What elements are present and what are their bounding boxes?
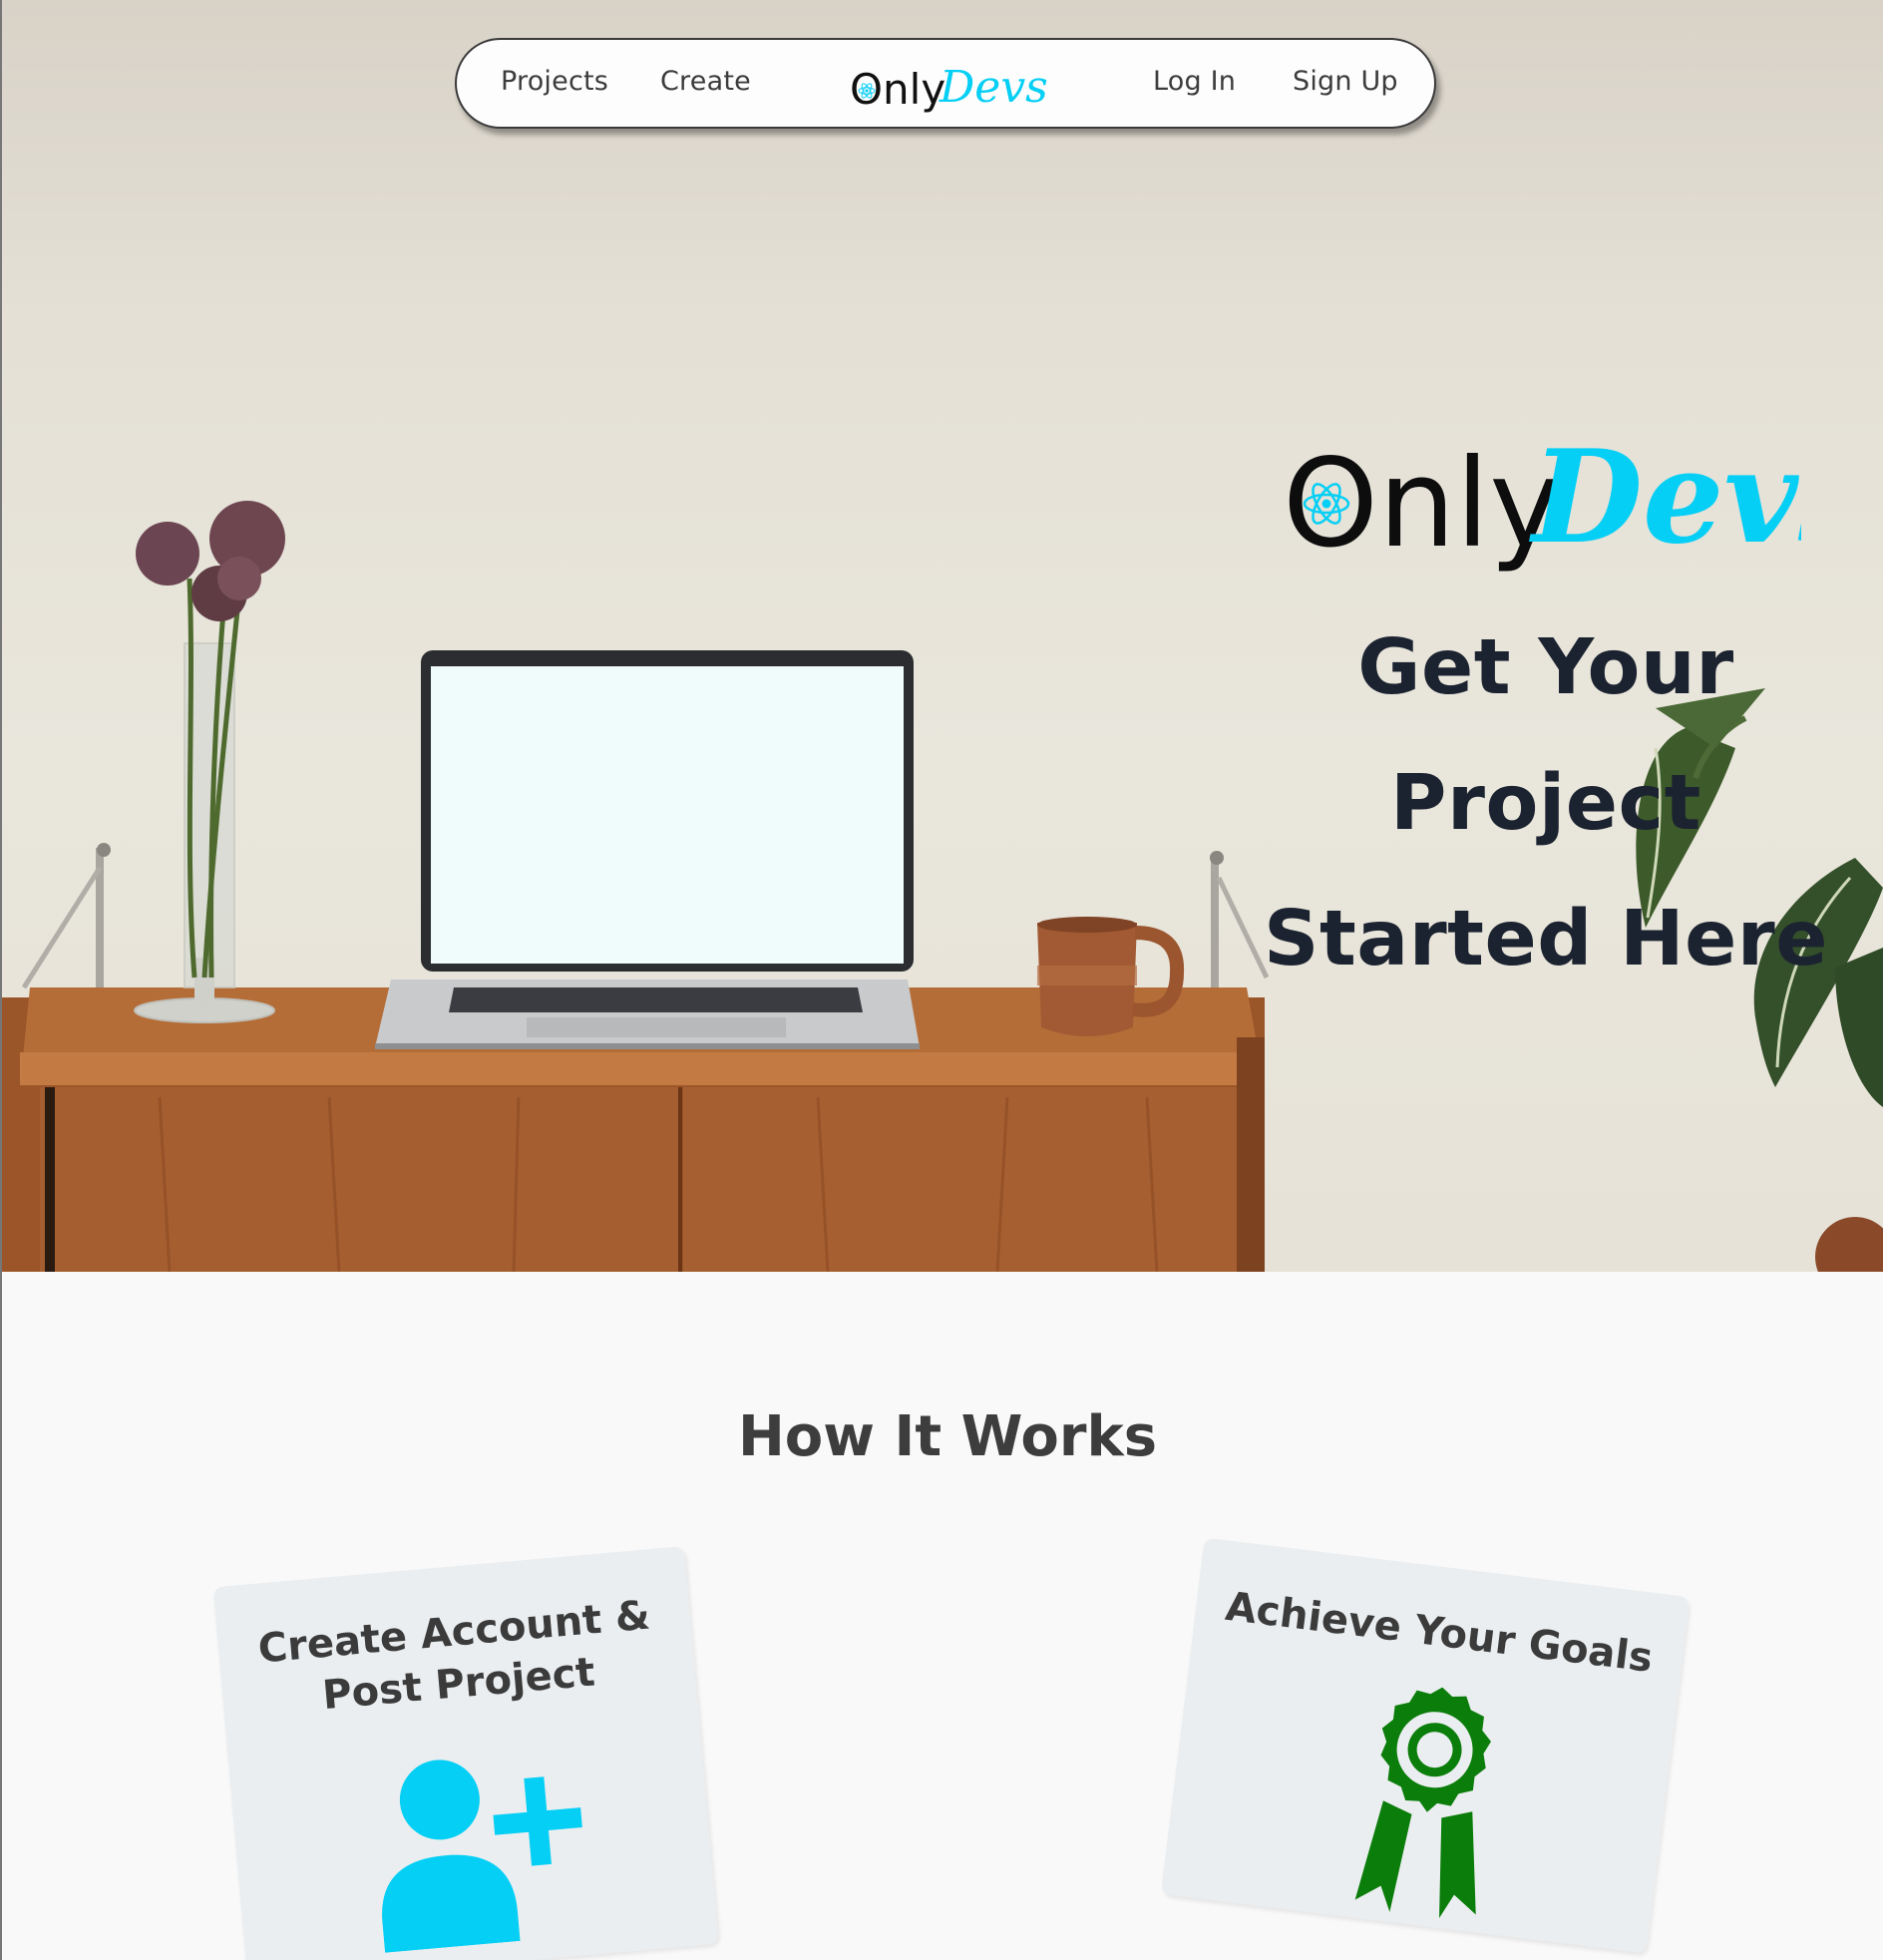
top-navbar: Projects Create Only Devs Log In Sign Up bbox=[455, 38, 1436, 129]
onlydevs-logo-large: Only Devs bbox=[1283, 424, 1801, 575]
nav-link-signup[interactable]: Sign Up bbox=[1293, 66, 1398, 97]
logo-devs-text: Devs bbox=[939, 62, 1048, 113]
tagline-line-2: Started Here bbox=[1263, 895, 1829, 983]
hero-logo-only-text: Only bbox=[1283, 433, 1561, 575]
nav-link-projects[interactable]: Projects bbox=[501, 66, 608, 97]
step-card-achieve-goals: Achieve Your Goals bbox=[1160, 1537, 1691, 1954]
nav-link-login[interactable]: Log In bbox=[1153, 66, 1236, 97]
how-it-works-title: How It Works bbox=[737, 1404, 1158, 1469]
logo-only-text: Only bbox=[850, 65, 945, 114]
award-ribbon-icon bbox=[1354, 1687, 1491, 1918]
step-card-title: Create Account & Post Project bbox=[216, 1586, 696, 1731]
onlydevs-logo-small[interactable]: Only Devs bbox=[850, 52, 1049, 118]
hero-logo-devs-text: Devs bbox=[1529, 424, 1801, 573]
nav-link-create[interactable]: Create bbox=[660, 66, 751, 97]
user-plus-icon bbox=[382, 1760, 582, 1953]
hero-tagline: Get Your Project Started Here bbox=[1197, 600, 1883, 1007]
step-card-title: Achieve Your Goals bbox=[1223, 1583, 1656, 1682]
step-card-create-account: Create Account & Post Project bbox=[212, 1546, 719, 1960]
tagline-line-1: Get Your Project bbox=[1357, 623, 1734, 848]
page-left-border bbox=[0, 0, 2, 1960]
